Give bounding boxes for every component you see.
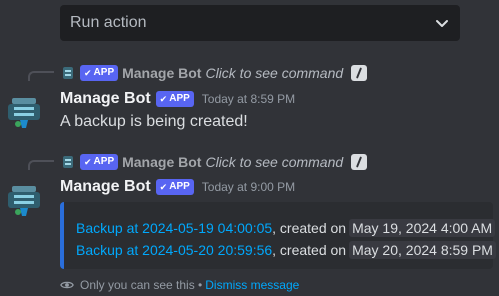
message-text: A backup is being created! (60, 113, 248, 130)
click-to-see-command[interactable]: Click to see command (205, 65, 343, 81)
timestamp[interactable]: Today at 9:00 PM (202, 180, 295, 194)
timestamp[interactable]: Today at 8:59 PM (202, 92, 295, 106)
created-on-text: , created on (272, 242, 347, 258)
created-on-text: , created on (272, 220, 347, 236)
embed-row: Backup at 2024-05-20 20:59:56 , created … (76, 239, 496, 261)
slash-command-icon[interactable] (351, 154, 368, 170)
run-action-select[interactable]: Run action (60, 5, 460, 41)
author-name[interactable]: Manage Bot (60, 90, 151, 108)
reply-author-name[interactable]: Manage Bot (122, 154, 201, 170)
embed-row: Backup at 2024-05-19 04:00:05 , created … (76, 217, 496, 239)
app-badge: ✔ APP (155, 91, 194, 107)
backup-date: May 19, 2024 4:00 AM (349, 219, 496, 237)
run-action-placeholder: Run action (70, 14, 147, 31)
reply-preview[interactable]: ✔ APP Manage Bot Click to see command (60, 154, 368, 170)
bot-avatar-mini-icon (63, 67, 73, 79)
eye-icon (60, 281, 74, 289)
reply-author-name[interactable]: Manage Bot (122, 65, 201, 81)
message-header: Manage Bot ✔ APP Today at 8:59 PM (60, 90, 295, 108)
bot-avatar[interactable] (4, 180, 44, 220)
message-header: Manage Bot ✔ APP Today at 9:00 PM (60, 178, 295, 196)
slash-command-icon[interactable] (351, 65, 368, 81)
bot-avatar[interactable] (4, 92, 44, 132)
app-badge: ✔ APP (80, 154, 119, 170)
click-to-see-command[interactable]: Click to see command (205, 154, 343, 170)
backup-link[interactable]: Backup at 2024-05-19 04:00:05 (76, 220, 272, 236)
reply-connector (28, 71, 54, 81)
app-badge: ✔ APP (155, 179, 194, 195)
backup-embed: Backup at 2024-05-19 04:00:05 , created … (60, 202, 496, 269)
chevron-down-icon (436, 20, 448, 27)
bot-avatar-mini-icon (63, 156, 73, 168)
backup-link[interactable]: Backup at 2024-05-20 20:59:56 (76, 242, 272, 258)
reply-preview[interactable]: ✔ APP Manage Bot Click to see command (60, 65, 368, 81)
reply-connector (28, 160, 54, 170)
author-name[interactable]: Manage Bot (60, 178, 151, 196)
dismiss-message-link[interactable]: Dismiss message (205, 278, 299, 292)
app-badge: ✔ APP (80, 65, 119, 81)
backup-date: May 20, 2024 8:59 PM (349, 241, 496, 259)
only-you-text: Only you can see this • (80, 278, 203, 292)
ephemeral-notice: Only you can see this • Dismiss message (60, 278, 299, 292)
